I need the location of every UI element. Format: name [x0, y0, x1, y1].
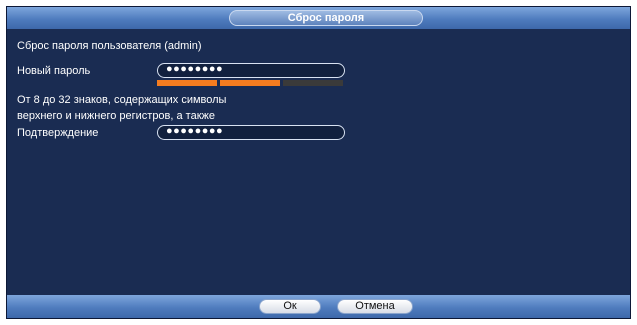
- strength-segment-1: [157, 80, 217, 86]
- password-hint-line-2: верхнего и нижнего регистров, а также: [17, 110, 215, 122]
- ok-button[interactable]: Ок: [259, 299, 321, 314]
- strength-segment-2: [220, 80, 280, 86]
- confirm-password-label: Подтверждение: [17, 127, 99, 139]
- form-heading: Сброс пароля пользователя (admin): [17, 40, 202, 52]
- password-reset-dialog: Сброс пароля Сброс пароля пользователя (…: [6, 6, 631, 319]
- strength-segment-3: [283, 80, 343, 86]
- dialog-title: Сброс пароля: [229, 10, 423, 26]
- new-password-label: Новый пароль: [17, 65, 91, 77]
- dialog-content: Сброс пароля пользователя (admin) Новый …: [7, 29, 630, 297]
- confirm-password-input[interactable]: ●●●●●●●●: [157, 125, 345, 140]
- password-strength-meter: [157, 80, 343, 86]
- dialog-footer: Ок Отмена: [7, 295, 630, 318]
- password-hint-line-1: От 8 до 32 знаков, содержащих символы: [17, 94, 227, 106]
- cancel-button[interactable]: Отмена: [337, 299, 413, 314]
- new-password-input[interactable]: ●●●●●●●●: [157, 63, 345, 78]
- dialog-titlebar: Сброс пароля: [7, 7, 630, 29]
